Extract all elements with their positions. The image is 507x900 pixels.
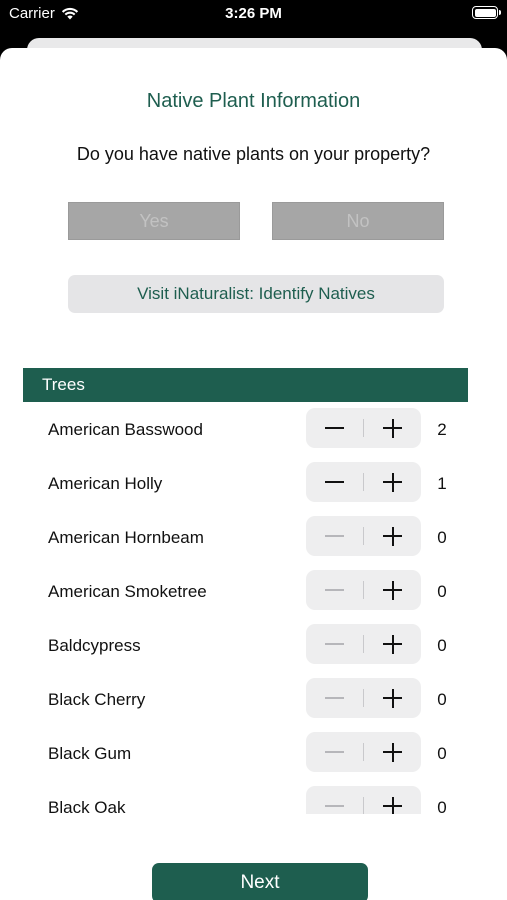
increment-button[interactable] (364, 462, 421, 502)
plant-name: Black Oak (48, 798, 126, 814)
increment-button[interactable] (364, 624, 421, 664)
decrement-button[interactable] (306, 516, 363, 556)
increment-button[interactable] (364, 516, 421, 556)
list-item: American Hornbeam 0 (0, 512, 507, 566)
plant-count: 0 (437, 636, 447, 655)
decrement-button[interactable] (306, 678, 363, 718)
quantity-stepper (306, 732, 421, 772)
quantity-stepper (306, 570, 421, 610)
quantity-stepper (306, 408, 421, 448)
plant-count: 0 (437, 528, 447, 547)
increment-button[interactable] (364, 408, 421, 448)
plant-count: 0 (437, 690, 447, 709)
no-button[interactable]: No (272, 202, 444, 240)
increment-button[interactable] (364, 570, 421, 610)
plant-count: 0 (437, 798, 447, 814)
decrement-button[interactable] (306, 786, 363, 814)
plant-count: 0 (437, 582, 447, 601)
clock: 3:26 PM (225, 5, 282, 22)
list-item: American Smoketree 0 (0, 566, 507, 620)
quantity-stepper (306, 624, 421, 664)
increment-button[interactable] (364, 786, 421, 814)
quantity-stepper (306, 678, 421, 718)
decrement-button[interactable] (306, 462, 363, 502)
next-button[interactable]: Next (152, 863, 368, 900)
quantity-stepper (306, 462, 421, 502)
decrement-button[interactable] (306, 408, 363, 448)
list-item: Black Cherry 0 (0, 674, 507, 728)
plant-name: American Basswood (48, 420, 203, 439)
quantity-stepper (306, 516, 421, 556)
native-plants-question: Do you have native plants on your proper… (76, 144, 431, 164)
plant-name: Black Cherry (48, 690, 146, 709)
decrement-button[interactable] (306, 624, 363, 664)
plant-count: 2 (437, 420, 447, 439)
plant-count: 0 (437, 744, 447, 763)
battery-icon (472, 6, 501, 19)
modal-sheet: Native Plant Information Do you have nat… (0, 48, 507, 900)
plant-name: American Smoketree (48, 582, 207, 601)
list-item: Black Oak 0 (0, 782, 507, 814)
plant-name: Baldcypress (48, 636, 141, 655)
plant-list[interactable]: American Basswood 2 American Holly 1 Ame… (0, 404, 507, 814)
status-bar: Carrier 3:26 PM (0, 0, 507, 30)
list-item: American Holly 1 (0, 458, 507, 512)
quantity-stepper (306, 786, 421, 814)
decrement-button[interactable] (306, 732, 363, 772)
list-item: Baldcypress 0 (0, 620, 507, 674)
plant-name: Black Gum (48, 744, 132, 763)
yes-button[interactable]: Yes (68, 202, 240, 240)
plant-name: American Hornbeam (48, 528, 204, 547)
increment-button[interactable] (364, 678, 421, 718)
list-item: Black Gum 0 (0, 728, 507, 782)
section-title: Trees (42, 375, 85, 394)
increment-button[interactable] (364, 732, 421, 772)
plant-count: 1 (437, 474, 447, 493)
list-item: American Basswood 2 (0, 404, 507, 458)
inaturalist-button[interactable]: Visit iNaturalist: Identify Natives (68, 275, 444, 313)
section-header-trees: Trees (23, 368, 468, 402)
plant-name: American Holly (48, 474, 163, 493)
decrement-button[interactable] (306, 570, 363, 610)
page-title: Native Plant Information (146, 90, 361, 112)
